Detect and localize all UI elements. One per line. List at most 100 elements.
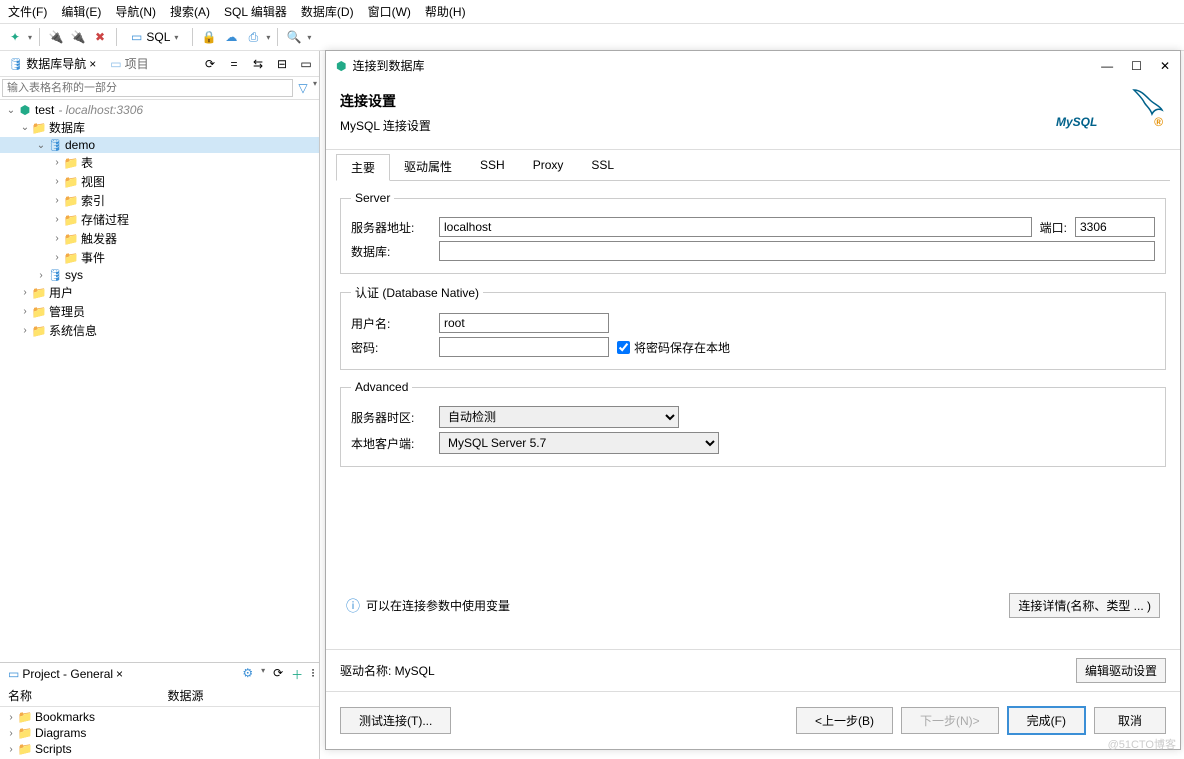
nav-tool-4-icon[interactable]: ⊟ xyxy=(273,55,291,73)
col-datasource: 数据源 xyxy=(160,685,320,706)
tab-ssh[interactable]: SSH xyxy=(466,154,519,180)
new-connection-icon[interactable]: ✦ xyxy=(6,28,24,46)
connection-details-button[interactable]: 连接详情(名称、类型 ... ) xyxy=(1009,593,1160,618)
tab-navigator[interactable]: 🛢 数据库导航 × xyxy=(4,53,100,74)
gear-icon[interactable]: ⚙ xyxy=(242,666,253,683)
menu-nav[interactable]: 导航(N) xyxy=(115,3,156,20)
advanced-fieldset: Advanced 服务器时区: 自动检测 本地客户端: MySQL Server… xyxy=(340,380,1166,467)
svg-text:®: ® xyxy=(1154,115,1163,129)
port-label: 端口: xyxy=(1040,219,1067,236)
user-input[interactable] xyxy=(439,313,609,333)
client-label: 本地客户端: xyxy=(351,435,431,452)
menu-search[interactable]: 搜索(A) xyxy=(170,3,210,20)
commit-icon[interactable]: 🔒 xyxy=(200,28,218,46)
finish-button[interactable]: 完成(F) xyxy=(1007,706,1086,735)
tree-triggers[interactable]: ›📁触发器 xyxy=(0,229,319,248)
dialog-subheading: MySQL 连接设置 xyxy=(340,117,431,134)
close-icon[interactable]: × xyxy=(116,667,123,681)
tab-proxy[interactable]: Proxy xyxy=(519,154,578,180)
project-icon: ▭ xyxy=(110,57,121,71)
tree-tables[interactable]: ›📁表 xyxy=(0,153,319,172)
cancel-button[interactable]: 取消 xyxy=(1094,707,1166,734)
test-connection-button[interactable]: 测试连接(T)... xyxy=(340,707,451,734)
server-fieldset: Server 服务器地址: 端口: 数据库: xyxy=(340,191,1166,274)
tree-indexes[interactable]: ›📁索引 xyxy=(0,191,319,210)
disconnect-icon[interactable]: 🔌 xyxy=(69,28,87,46)
host-input[interactable] xyxy=(439,217,1032,237)
menu-icon[interactable]: ⁝ xyxy=(311,666,315,683)
pass-input[interactable] xyxy=(439,337,609,357)
tree-sysinfo[interactable]: ›📁系统信息 xyxy=(0,321,319,340)
nav-tool-1-icon[interactable]: ⟳ xyxy=(201,55,219,73)
svg-text:MySQL: MySQL xyxy=(1056,115,1097,129)
menu-sql[interactable]: SQL 编辑器 xyxy=(224,3,287,20)
db-tree: ⌄⬢ test - localhost:3306 ⌄📁数据库 ⌄🛢demo ›📁… xyxy=(0,100,319,662)
menu-bar: 文件(F) 编辑(E) 导航(N) 搜索(A) SQL 编辑器 数据库(D) 窗… xyxy=(0,0,1184,24)
minimize-icon[interactable]: — xyxy=(1101,59,1113,73)
tab-ssl[interactable]: SSL xyxy=(577,154,628,180)
next-button: 下一步(N)> xyxy=(901,707,999,734)
tab-driver-props[interactable]: 驱动属性 xyxy=(390,154,466,180)
save-password-label: 将密码保存在本地 xyxy=(634,339,730,356)
left-panel: 🛢 数据库导航 × ▭ 项目 ⟳ = ⇆ ⊟ ▭ ▽ ▾ ⌄⬢ xyxy=(0,51,320,759)
timezone-label: 服务器时区: xyxy=(351,409,431,426)
diagrams-item[interactable]: ›📁Diagrams xyxy=(0,725,319,741)
filter-input[interactable] xyxy=(2,79,293,97)
nav-tool-3-icon[interactable]: ⇆ xyxy=(249,55,267,73)
db-label: 数据库: xyxy=(351,243,431,260)
tree-databases[interactable]: ⌄📁数据库 xyxy=(0,118,319,137)
connection-tabs: 主要 驱动属性 SSH Proxy SSL xyxy=(336,154,1170,181)
tree-views[interactable]: ›📁视图 xyxy=(0,172,319,191)
menu-edit[interactable]: 编辑(E) xyxy=(61,3,101,20)
connect-icon[interactable]: 🔌 xyxy=(47,28,65,46)
tab-projects[interactable]: ▭ 项目 xyxy=(106,53,152,74)
menu-db[interactable]: 数据库(D) xyxy=(301,3,354,20)
host-label: 服务器地址: xyxy=(351,219,431,236)
refresh-icon[interactable]: ⟳ xyxy=(273,666,283,683)
search-icon[interactable]: 🔍 xyxy=(285,28,303,46)
menu-help[interactable]: 帮助(H) xyxy=(425,3,466,20)
stop-icon[interactable]: ✖ xyxy=(91,28,109,46)
menu-file[interactable]: 文件(F) xyxy=(8,3,47,20)
tree-sys[interactable]: ›🛢sys xyxy=(0,267,319,283)
save-password-checkbox[interactable] xyxy=(617,341,630,354)
col-name: 名称 xyxy=(0,685,160,706)
port-input[interactable] xyxy=(1075,217,1155,237)
back-button[interactable]: <上一步(B) xyxy=(796,707,893,734)
nav-tool-2-icon[interactable]: = xyxy=(225,55,243,73)
nav-tool-5-icon[interactable]: ▭ xyxy=(297,55,315,73)
rollback-icon[interactable]: ☁ xyxy=(222,28,240,46)
watermark: @51CTO博客 xyxy=(1108,736,1176,752)
mysql-logo: MySQL ® xyxy=(1056,86,1166,139)
user-label: 用户名: xyxy=(351,315,431,332)
tree-admins[interactable]: ›📁管理员 xyxy=(0,302,319,321)
client-select[interactable]: MySQL Server 5.7 xyxy=(439,432,719,454)
toolbar: ✦ ▾ 🔌 🔌 ✖ ▭ SQL ▾ 🔒 ☁ ⎙ ▾ 🔍 ▾ xyxy=(0,24,1184,51)
edit-driver-button[interactable]: 编辑驱动设置 xyxy=(1076,658,1166,683)
tree-demo[interactable]: ⌄🛢demo xyxy=(0,137,319,153)
driver-name: 驱动名称: MySQL xyxy=(340,662,435,679)
tree-procs[interactable]: ›📁存储过程 xyxy=(0,210,319,229)
timezone-select[interactable]: 自动检测 xyxy=(439,406,679,428)
project-panel: ▭ Project - General × ⚙▾ ⟳ ＋ ⁝ 名称 数据源 ›📁… xyxy=(0,662,319,759)
tree-connection[interactable]: ⌄⬢ test - localhost:3306 xyxy=(0,102,319,118)
close-icon[interactable]: ✕ xyxy=(1160,59,1170,73)
close-icon[interactable]: × xyxy=(89,57,96,71)
auth-fieldset: 认证 (Database Native) 用户名: 密码: 将密码保存在本地 xyxy=(340,284,1166,370)
tx-icon[interactable]: ⎙ xyxy=(244,28,262,46)
sql-editor-button[interactable]: ▭ SQL ▾ xyxy=(124,27,185,47)
info-text: 可以在连接参数中使用变量 xyxy=(366,597,510,614)
tab-project-general[interactable]: ▭ Project - General × xyxy=(4,665,127,683)
tab-main[interactable]: 主要 xyxy=(336,154,390,181)
database-icon: 🛢 xyxy=(8,57,23,71)
bookmarks-item[interactable]: ›📁Bookmarks xyxy=(0,709,319,725)
pass-label: 密码: xyxy=(351,339,431,356)
scripts-item[interactable]: ›📁Scripts xyxy=(0,741,319,757)
tree-events[interactable]: ›📁事件 xyxy=(0,248,319,267)
filter-icon[interactable]: ▽ xyxy=(293,79,313,97)
tree-users[interactable]: ›📁用户 xyxy=(0,283,319,302)
add-icon[interactable]: ＋ xyxy=(291,666,303,683)
maximize-icon[interactable]: ☐ xyxy=(1131,59,1142,73)
menu-window[interactable]: 窗口(W) xyxy=(368,3,411,20)
db-input[interactable] xyxy=(439,241,1155,261)
